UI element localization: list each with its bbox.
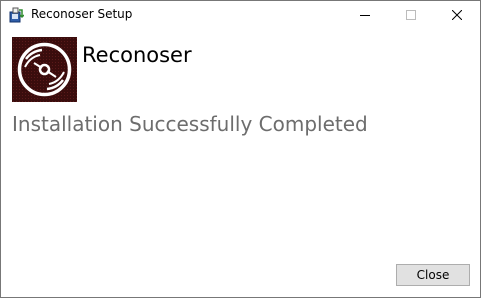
setup-window: Reconoser Setup Reconoser Installation S… [0,0,481,298]
disc-logo-icon [12,37,77,102]
minimize-icon [360,15,370,16]
close-button[interactable]: Close [396,264,470,286]
installation-status: Installation Successfully Completed [12,112,368,136]
minimize-button[interactable] [342,1,388,30]
product-name: Reconoser [82,43,192,67]
installer-app-icon [8,7,25,23]
title-bar[interactable]: Reconoser Setup [1,1,480,30]
close-icon [452,10,462,20]
maximize-button[interactable] [388,1,434,30]
window-title: Reconoser Setup [31,7,133,21]
maximize-icon [406,10,416,20]
window-close-button[interactable] [434,1,480,30]
